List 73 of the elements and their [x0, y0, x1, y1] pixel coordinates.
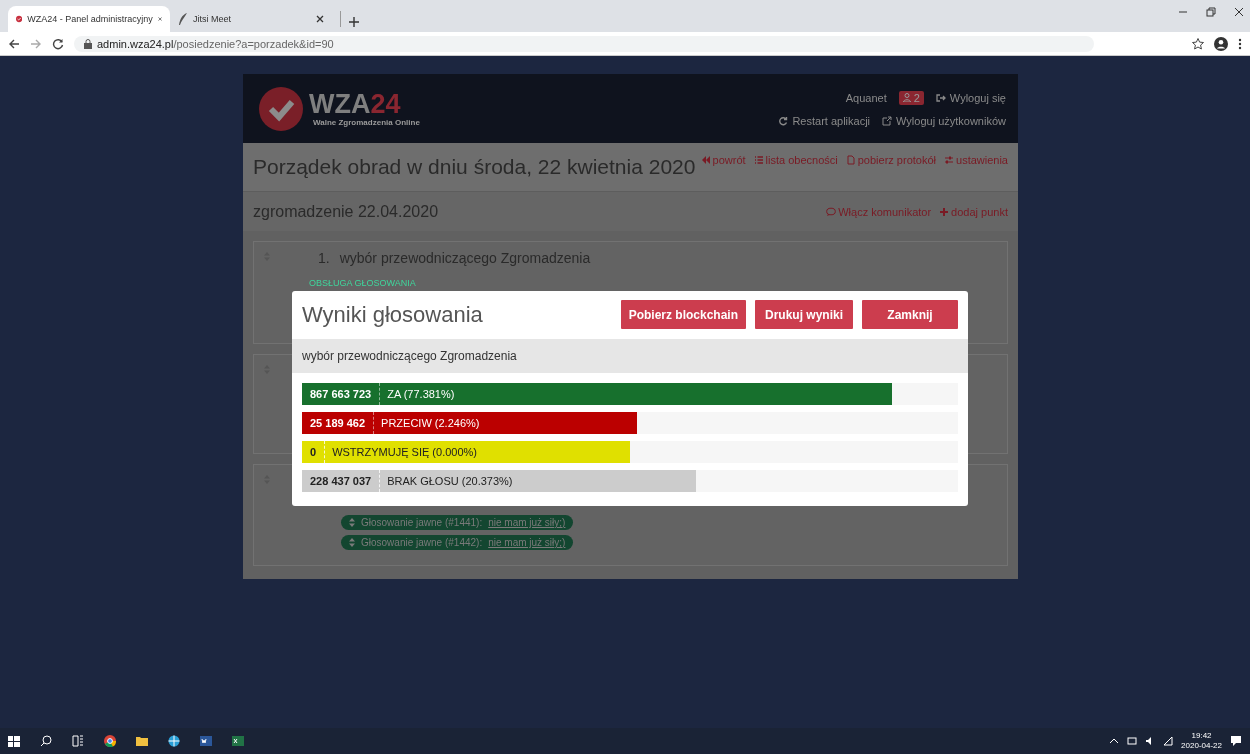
section-label: OBSŁUGA GŁOSOWANIA: [309, 278, 417, 288]
page-title: Porządek obrad w dniu środa, 22 kwietnia 2020: [253, 155, 696, 179]
search-icon[interactable]: [40, 735, 52, 747]
logo-check-icon: [259, 86, 303, 131]
dialog-title: Wyniki głosowania: [302, 301, 484, 328]
vote-count: 25 189 462: [302, 412, 375, 434]
refresh-icon: [778, 115, 789, 126]
more-menu-icon[interactable]: [1238, 37, 1242, 50]
user-icon: [902, 93, 911, 102]
chrome-app-icon[interactable]: [104, 735, 116, 747]
star-icon[interactable]: [1192, 37, 1204, 50]
clock[interactable]: 19:42 2020-04-22: [1181, 731, 1222, 751]
header-link[interactable]: Restart aplikacji: [778, 114, 871, 127]
plus-icon: [939, 206, 950, 217]
vote-option: ZA (77.381%): [380, 388, 462, 400]
vote-option: BRAK GŁOSU (20.373%): [380, 475, 520, 487]
voting-link[interactable]: nie mam już siły;): [488, 517, 566, 528]
item-number: 1.: [318, 250, 330, 266]
user-name: Aquanet: [845, 91, 887, 104]
new-tab-icon[interactable]: [349, 17, 359, 27]
question-title: wybór przewodniczącego Zgromadzenia: [292, 339, 968, 373]
sliders-icon: [944, 155, 954, 165]
address-bar[interactable]: admin.wza24.pl/posiedzenie?a=porzadek&id=90: [74, 35, 1094, 52]
account-icon[interactable]: [1214, 36, 1228, 51]
vote-count: 0: [302, 441, 326, 463]
quill-icon: [178, 13, 188, 25]
browser-tab[interactable]: Jitsi Meet: [170, 6, 332, 32]
close-tab-icon[interactable]: [157, 15, 162, 23]
folder-icon[interactable]: [136, 735, 148, 747]
sort-icon: [349, 518, 355, 527]
globe-app-icon[interactable]: [168, 735, 180, 747]
vote-option: PRZECIW (2.246%): [374, 417, 487, 429]
reload-icon[interactable]: [52, 37, 64, 50]
logo-subtitle: Walne Zgromadzenia Online: [313, 118, 420, 127]
chevron-up-icon[interactable]: [1109, 736, 1120, 746]
chat-bubble-icon: [826, 206, 837, 217]
voting-label: Głosowanie jawne (#1442):: [361, 537, 483, 548]
user-count-badge: 2: [898, 90, 924, 105]
list-icon: [753, 155, 764, 165]
wifi-signal-icon[interactable]: [1163, 736, 1174, 746]
windows-start-icon[interactable]: [8, 735, 20, 747]
voting-label: Głosowanie jawne (#1441):: [361, 517, 483, 528]
url-text[interactable]: admin.wza24.pl/posiedzenie?a=porzadek&id=90: [97, 37, 334, 50]
dialog-button[interactable]: Pobierz blockchain: [620, 300, 746, 329]
sort-icon: [349, 538, 355, 547]
external-link-icon: [882, 115, 893, 126]
lock-icon: [84, 38, 92, 49]
meeting-title: zgromadzenie 22.04.2020: [253, 202, 439, 221]
voting-link[interactable]: nie mam już siły;): [488, 537, 566, 548]
logout-link[interactable]: Wyloguj się: [935, 91, 1006, 104]
dialog-button[interactable]: Zamknij: [862, 300, 958, 329]
clock-time: 19:42: [1191, 731, 1212, 741]
dialog-button[interactable]: Drukuj wyniki: [755, 300, 853, 329]
close-icon[interactable]: [1234, 7, 1244, 17]
notification-icon[interactable]: [1230, 735, 1242, 747]
item-title: wybór przewodniczącego Zgromadzenia: [339, 250, 591, 266]
close-tab-icon[interactable]: [316, 15, 324, 23]
rewind-icon: [700, 155, 711, 165]
excel-app-icon[interactable]: [232, 735, 244, 747]
header-link[interactable]: Wyloguj użytkowników: [882, 114, 1006, 127]
word-app-icon[interactable]: [200, 735, 212, 747]
vote-option: WSTRZYMUJĘ SIĘ (0.000%): [325, 446, 484, 458]
sign-out-icon: [935, 92, 946, 103]
clock-date: 2020-04-22: [1181, 741, 1222, 751]
restore-icon[interactable]: [1206, 7, 1216, 17]
tab-favicon-icon: [16, 13, 23, 25]
logo-text: WZA24: [309, 90, 402, 118]
vote-count: 867 663 723: [302, 383, 381, 405]
pdf-file-icon: [845, 155, 856, 165]
task-view-icon[interactable]: [72, 735, 84, 747]
back-icon[interactable]: [8, 37, 20, 50]
browser-tab[interactable]: WZA24 - Panel administracyjny: [8, 6, 170, 32]
vote-count: 228 437 037: [302, 470, 381, 492]
